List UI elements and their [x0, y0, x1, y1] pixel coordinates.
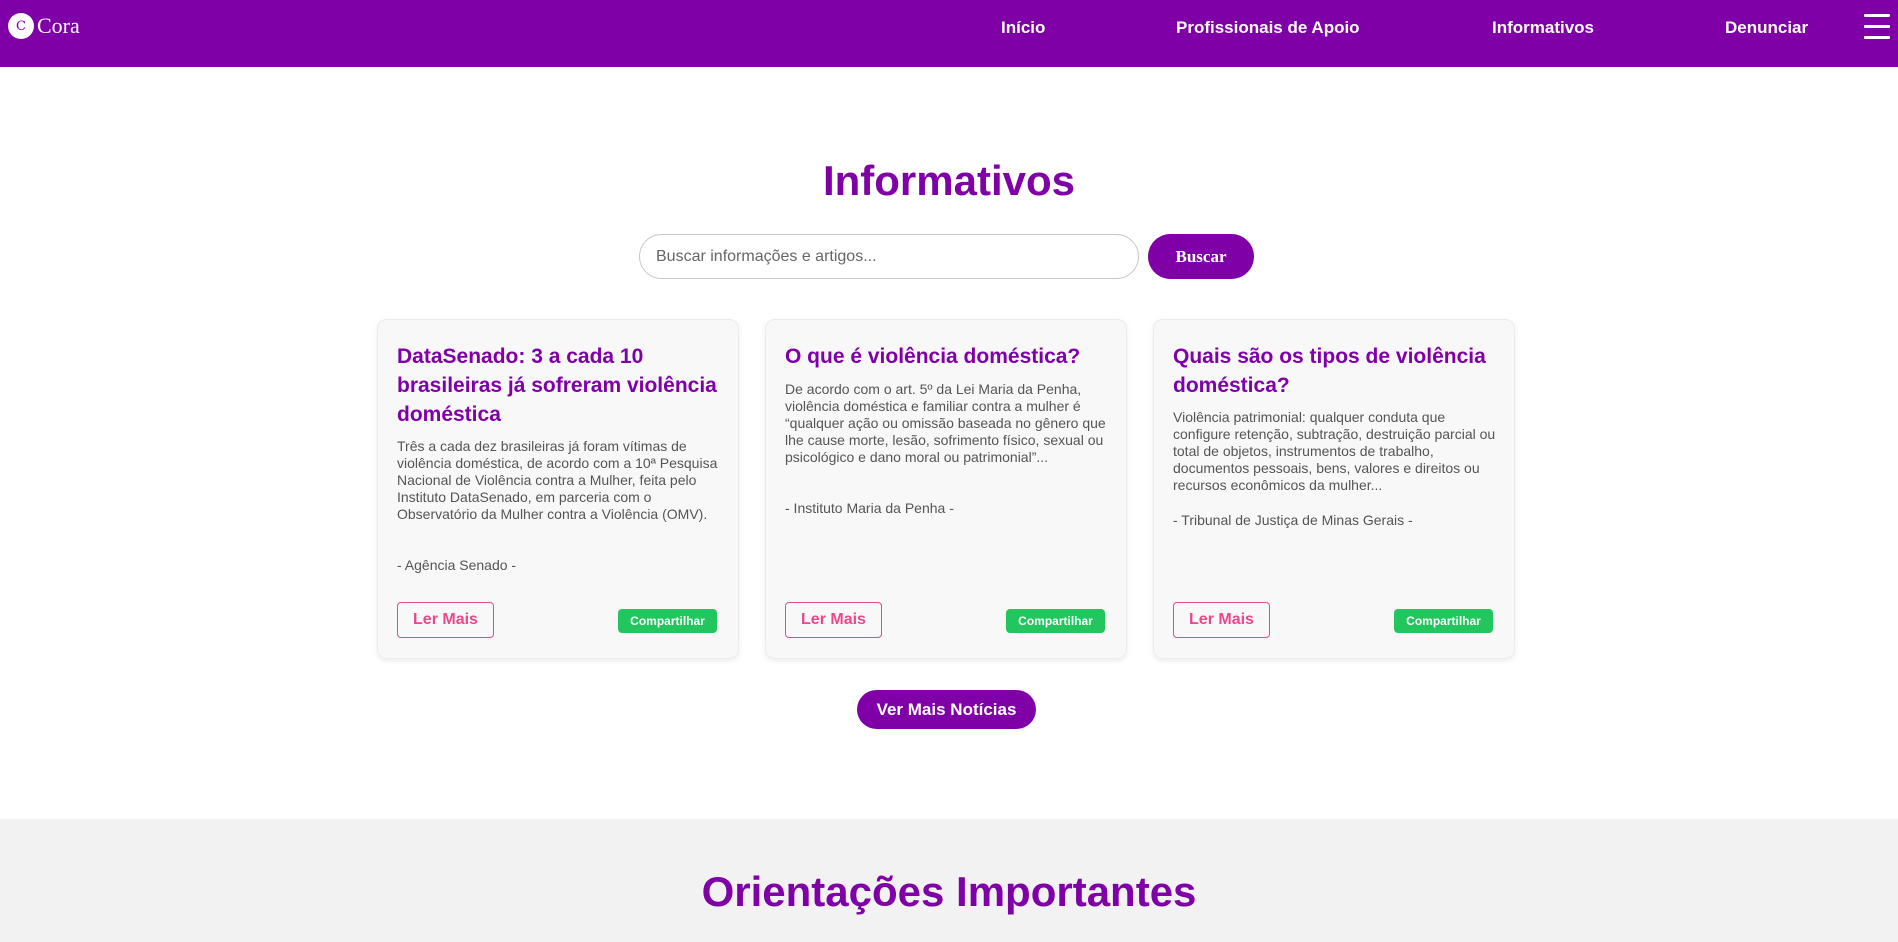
- share-button[interactable]: Compartilhar: [1006, 609, 1105, 633]
- nav-link-informativos[interactable]: Informativos: [1492, 18, 1594, 38]
- card-excerpt: Violência patrimonial: qualquer conduta …: [1173, 409, 1496, 493]
- news-card-o-que-e-violencia: O que é violência doméstica? De acordo c…: [765, 319, 1127, 659]
- card-excerpt: Três a cada dez brasileiras já foram vít…: [397, 438, 718, 522]
- read-more-button[interactable]: Ler Mais: [397, 602, 494, 638]
- read-more-button[interactable]: Ler Mais: [1173, 602, 1270, 638]
- news-card-datasenado: DataSenado: 3 a cada 10 brasileiras já s…: [377, 319, 739, 659]
- read-more-button[interactable]: Ler Mais: [785, 602, 882, 638]
- search-input[interactable]: [639, 234, 1139, 279]
- brand-logo[interactable]: C Cora: [8, 13, 80, 39]
- search-button[interactable]: Buscar: [1148, 234, 1254, 279]
- news-card-tipos-de-violencia: Quais são os tipos de violência doméstic…: [1153, 319, 1515, 659]
- card-excerpt: De acordo com o art. 5º da Lei Maria da …: [785, 381, 1106, 465]
- card-title[interactable]: DataSenado: 3 a cada 10 brasileiras já s…: [397, 342, 723, 429]
- top-navbar: C Cora Início Profissionais de Apoio Inf…: [0, 0, 1898, 67]
- share-button[interactable]: Compartilhar: [1394, 609, 1493, 633]
- cora-logo-icon: C: [8, 13, 34, 39]
- card-source: - Agência Senado -: [397, 557, 517, 573]
- page-title: Informativos: [822, 157, 1076, 204]
- card-source: - Tribunal de Justiça de Minas Gerais -: [1173, 512, 1413, 528]
- card-title[interactable]: O que é violência doméstica?: [785, 342, 1111, 371]
- brand-name: Cora: [37, 13, 80, 38]
- share-button[interactable]: Compartilhar: [618, 609, 717, 633]
- card-title[interactable]: Quais são os tipos de violência doméstic…: [1173, 342, 1499, 400]
- more-news-button[interactable]: Ver Mais Notícias: [857, 690, 1036, 729]
- guidance-title: Orientações Importantes: [701, 868, 1197, 915]
- nav-link-denunciar[interactable]: Denunciar: [1725, 18, 1808, 38]
- card-source: - Instituto Maria da Penha -: [785, 500, 954, 516]
- nav-link-inicio[interactable]: Início: [1001, 18, 1045, 38]
- nav-link-profissionais-de-apoio[interactable]: Profissionais de Apoio: [1176, 18, 1360, 38]
- hamburger-menu-icon[interactable]: [1864, 14, 1890, 40]
- guidance-section: Orientações Importantes: [0, 819, 1898, 942]
